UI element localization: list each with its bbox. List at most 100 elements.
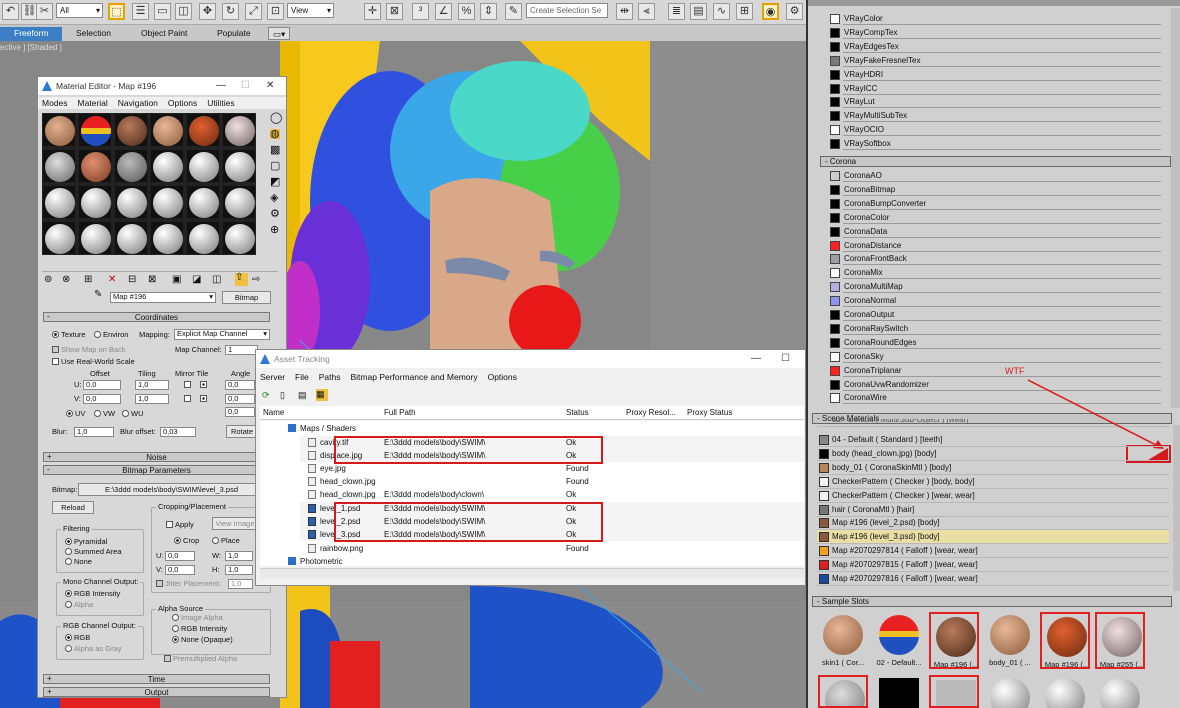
table-view-icon[interactable]: ▦ xyxy=(316,389,328,401)
image-alpha-radio[interactable]: Image Alpha xyxy=(172,613,223,623)
crop-h-input[interactable]: 1,0 xyxy=(225,565,253,575)
col-status[interactable]: Status xyxy=(566,406,589,420)
v-tile-checkbox[interactable] xyxy=(200,394,209,404)
select-region-icon[interactable]: ▭ xyxy=(154,3,171,20)
select-manipulate-icon[interactable]: ⊠ xyxy=(386,3,403,20)
sample-slot[interactable] xyxy=(186,149,220,183)
ribbon-options-dropdown[interactable]: ▭▾ xyxy=(268,27,291,40)
browser-map-item[interactable]: CoronaColor xyxy=(830,211,1175,225)
browser-map-item[interactable]: VRayLut xyxy=(830,95,1175,109)
u-tile-checkbox[interactable] xyxy=(200,380,209,390)
rotate-button[interactable]: Rotate xyxy=(226,425,258,438)
sample-slots-header[interactable]: - Sample Slots xyxy=(812,596,1172,607)
sample-slot-tile[interactable]: skin1 ( Cor... xyxy=(818,612,868,669)
material-editor-icon[interactable]: ◉ xyxy=(762,3,779,20)
browser-map-item[interactable]: CoronaData xyxy=(830,225,1175,239)
rotate-icon[interactable]: ↻ xyxy=(222,3,239,20)
menu-modes[interactable]: Modes xyxy=(42,98,68,108)
assign-material-icon[interactable]: ⊞ xyxy=(84,275,92,285)
browser-map-item[interactable]: CoronaMix xyxy=(830,266,1175,280)
crop-w-input[interactable]: 1,0 xyxy=(225,551,253,561)
minimize-icon[interactable]: — xyxy=(216,77,226,95)
eyedropper-icon[interactable]: ✎ xyxy=(94,290,102,300)
sample-slot[interactable] xyxy=(186,185,220,219)
browser-map-item[interactable]: VRayColor xyxy=(830,12,1175,26)
backlight-icon[interactable]: ◍ xyxy=(270,129,280,140)
maximize-icon[interactable]: ☐ xyxy=(781,350,790,368)
sample-slot-tile-selected[interactable]: Map #255 (... xyxy=(1095,612,1145,669)
uv-radio[interactable]: UV xyxy=(66,409,85,419)
filter-none-radio[interactable]: None xyxy=(65,557,92,567)
bitmap-params-rollout-header[interactable]: - Bitmap Parameters xyxy=(43,465,270,475)
scene-material-row[interactable]: CheckerPattern ( Checker ) [body, body] xyxy=(817,475,1169,489)
blur-offset-input[interactable]: 0,03 xyxy=(160,427,196,437)
sample-type-icon[interactable]: ◯ xyxy=(270,113,282,124)
curve-editor-icon[interactable]: ∿ xyxy=(713,3,730,20)
sample-slot[interactable] xyxy=(78,149,112,183)
pyramidal-radio[interactable]: Pyramidal xyxy=(65,537,107,547)
u-offset-input[interactable]: 0,0 xyxy=(83,380,121,390)
tab-populate[interactable]: Populate xyxy=(213,27,255,40)
rgb-radio[interactable]: RGB xyxy=(65,633,90,643)
show-map-icon[interactable]: ◪ xyxy=(192,275,201,285)
maximize-icon[interactable]: ☐ xyxy=(241,77,250,95)
browser-map-item[interactable]: VRayEdgesTex xyxy=(830,40,1175,54)
sample-slot[interactable] xyxy=(186,221,220,255)
options-icon[interactable]: ⚙ xyxy=(270,209,280,220)
browser-map-item[interactable]: CoronaRoundEdges xyxy=(830,336,1175,350)
schematic-view-icon[interactable]: ⊞ xyxy=(736,3,753,20)
view-image-button[interactable]: View Image xyxy=(212,517,258,530)
tree-group-row[interactable]: Photometric xyxy=(260,555,804,566)
selection-filter-select[interactable]: All ▾ xyxy=(56,3,103,18)
browser-map-item[interactable]: VRaySoftbox xyxy=(830,137,1175,151)
reset-map-icon[interactable]: ✕ xyxy=(108,275,116,285)
sample-slot[interactable] xyxy=(114,149,148,183)
put-to-library-icon[interactable]: ⊠ xyxy=(148,275,156,285)
sample-slot[interactable] xyxy=(78,113,112,147)
show-map-checkbox[interactable]: Show Map on Back xyxy=(52,345,126,355)
menu-asset-options[interactable]: Options xyxy=(488,372,517,382)
alpha-as-gray-radio[interactable]: Alpha as Gray xyxy=(65,644,122,654)
map-channel-input[interactable]: 1 xyxy=(225,345,258,355)
scene-material-row[interactable]: CheckerPattern ( Checker ) [wear, wear] xyxy=(817,489,1169,503)
toggle-ribbon-icon[interactable]: ▤ xyxy=(690,3,707,20)
sample-slot[interactable] xyxy=(42,185,76,219)
window-crossing-icon[interactable]: ◫ xyxy=(175,3,192,20)
menu-material[interactable]: Material xyxy=(78,98,108,108)
show-end-result-icon[interactable]: ◫ xyxy=(212,275,221,285)
sample-slot-tile[interactable] xyxy=(1040,675,1090,708)
menu-server[interactable]: Server xyxy=(260,372,285,382)
align-icon[interactable]: ⫷ xyxy=(638,3,655,20)
material-editor-titlebar[interactable]: Material Editor - Map #196 — ☐ ✕ xyxy=(38,77,286,95)
browser-map-item[interactable]: CoronaDistance xyxy=(830,239,1175,253)
jitter-input[interactable]: 1,0 xyxy=(228,579,253,589)
crop-u-input[interactable]: 0,0 xyxy=(165,551,195,561)
map-name-field[interactable]: Map #196 ▾ xyxy=(110,292,216,303)
menu-file[interactable]: File xyxy=(295,372,309,382)
go-forward-sibling-icon[interactable]: ⇨ xyxy=(252,275,260,285)
wu-radio[interactable]: WU xyxy=(122,409,144,419)
mono-alpha-radio[interactable]: Alpha xyxy=(65,600,93,610)
u-angle-input[interactable]: 0,0 xyxy=(225,380,255,390)
layer-explorer-icon[interactable]: ≣ xyxy=(668,3,685,20)
table-row[interactable]: head_clown.jpg E:\3ddd models\body\clown… xyxy=(300,488,804,501)
summed-area-radio[interactable]: Summed Area xyxy=(65,547,122,557)
premultiplied-checkbox[interactable]: Premultiplied Alpha xyxy=(164,654,237,664)
scene-material-row[interactable]: Map #2070297814 ( Falloff ) [wear, wear] xyxy=(817,544,1169,559)
sample-slot[interactable] xyxy=(150,113,184,147)
bitmap-path-button[interactable]: E:\3ddd models\body\SWIM\level_3.psd xyxy=(78,483,270,496)
u-tiling-input[interactable]: 1,0 xyxy=(135,380,169,390)
scene-material-row[interactable]: Map #196 (level_3.psd) [body] xyxy=(817,530,1169,545)
move-icon[interactable]: ✥ xyxy=(199,3,216,20)
refresh-icon[interactable]: ⟳ xyxy=(262,390,270,400)
noise-rollout-header[interactable]: + Noise xyxy=(43,452,270,462)
browser-map-item[interactable]: CoronaAO xyxy=(830,169,1175,183)
vw-radio[interactable]: VW xyxy=(94,409,115,419)
browser-map-item[interactable]: VRayOCIO xyxy=(830,123,1175,137)
menu-navigation[interactable]: Navigation xyxy=(118,98,158,108)
ref-coord-select[interactable]: View ▾ xyxy=(287,3,334,18)
sample-slot[interactable] xyxy=(222,221,256,255)
real-world-checkbox[interactable]: Use Real-World Scale xyxy=(52,357,135,367)
sample-slot-tile[interactable] xyxy=(985,675,1035,708)
sample-slot[interactable] xyxy=(222,113,256,147)
